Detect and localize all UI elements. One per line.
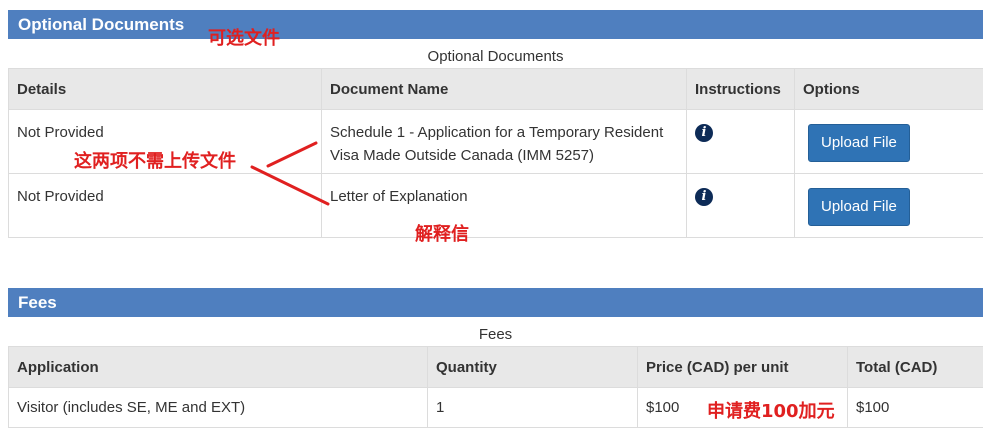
- column-header-options: Options: [794, 68, 983, 110]
- annotation-fee-note: 申请费100加元: [707, 401, 835, 422]
- column-header-document-name: Document Name: [321, 68, 687, 110]
- panel-title: Fees: [18, 293, 57, 312]
- annotation-explanation-letter: 解释信: [415, 224, 469, 245]
- fees-panel-header: Fees: [8, 288, 983, 317]
- annotation-no-upload-needed: 这两项不需上传文件: [74, 151, 236, 172]
- upload-file-button[interactable]: Upload File: [808, 124, 910, 162]
- upload-file-button[interactable]: Upload File: [808, 188, 910, 226]
- column-header-quantity: Quantity: [427, 346, 638, 388]
- options-cell: Upload File: [794, 173, 983, 238]
- info-icon[interactable]: i: [695, 188, 713, 206]
- table-row: Visitor (includes SE, ME and EXT) 1 $100…: [8, 387, 983, 428]
- details-cell: Not Provided: [8, 173, 322, 238]
- document-name-cell: Schedule 1 - Application for a Temporary…: [321, 109, 687, 174]
- column-header-total: Total (CAD): [847, 346, 983, 388]
- table-caption: Optional Documents: [427, 48, 564, 65]
- table-header-row: Application Quantity Price (CAD) per uni…: [8, 346, 983, 388]
- info-icon[interactable]: i: [695, 124, 713, 142]
- instructions-cell: i: [686, 173, 795, 238]
- fees-table: Application Quantity Price (CAD) per uni…: [8, 346, 983, 428]
- instructions-cell: i: [686, 109, 795, 174]
- table-row: Not Provided Letter of Explanation i Upl…: [8, 173, 983, 238]
- quantity-cell: 1: [427, 387, 638, 428]
- column-header-price: Price (CAD) per unit: [637, 346, 848, 388]
- total-cell: $100: [847, 387, 983, 428]
- column-header-instructions: Instructions: [686, 68, 795, 110]
- options-cell: Upload File: [794, 109, 983, 174]
- annotation-optional-files: 可选文件: [208, 28, 280, 49]
- optional-documents-panel-header: Optional Documents: [8, 10, 983, 39]
- application-cell: Visitor (includes SE, ME and EXT): [8, 387, 428, 428]
- column-header-application: Application: [8, 346, 428, 388]
- table-header-row: Details Document Name Instructions Optio…: [8, 68, 983, 110]
- panel-title: Optional Documents: [18, 15, 185, 34]
- document-name-cell: Letter of Explanation: [321, 173, 687, 238]
- column-header-details: Details: [8, 68, 322, 110]
- table-caption: Fees: [478, 326, 513, 343]
